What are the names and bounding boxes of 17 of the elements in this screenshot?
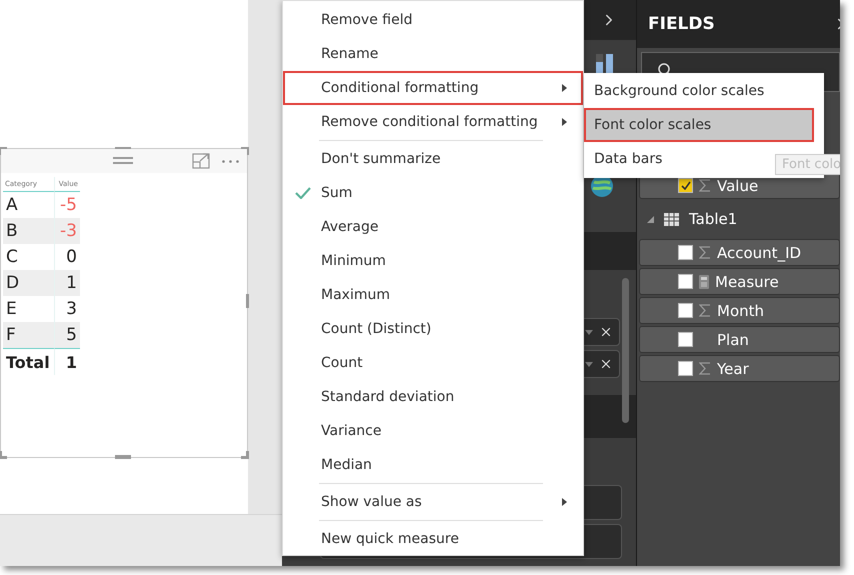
table-cell: F	[3, 322, 54, 348]
field-name: Plan	[717, 330, 749, 348]
value-text: 5	[66, 325, 77, 345]
value-text: -5	[60, 195, 77, 215]
table-cell: D	[3, 270, 54, 296]
total-cell: 1	[54, 348, 80, 375]
field-name: Value	[717, 176, 758, 194]
value-text: 3	[66, 299, 77, 319]
value-text: 1	[66, 273, 77, 293]
field-name: Measure	[715, 272, 779, 290]
field-name: Account_ID	[717, 244, 802, 262]
table-cell: B	[3, 218, 54, 244]
field-name: Month	[717, 302, 764, 320]
field-name: Year	[717, 360, 749, 378]
value-text: 0	[66, 247, 77, 267]
value-text: -3	[60, 221, 77, 241]
pane-title: FIELDS	[648, 14, 715, 34]
